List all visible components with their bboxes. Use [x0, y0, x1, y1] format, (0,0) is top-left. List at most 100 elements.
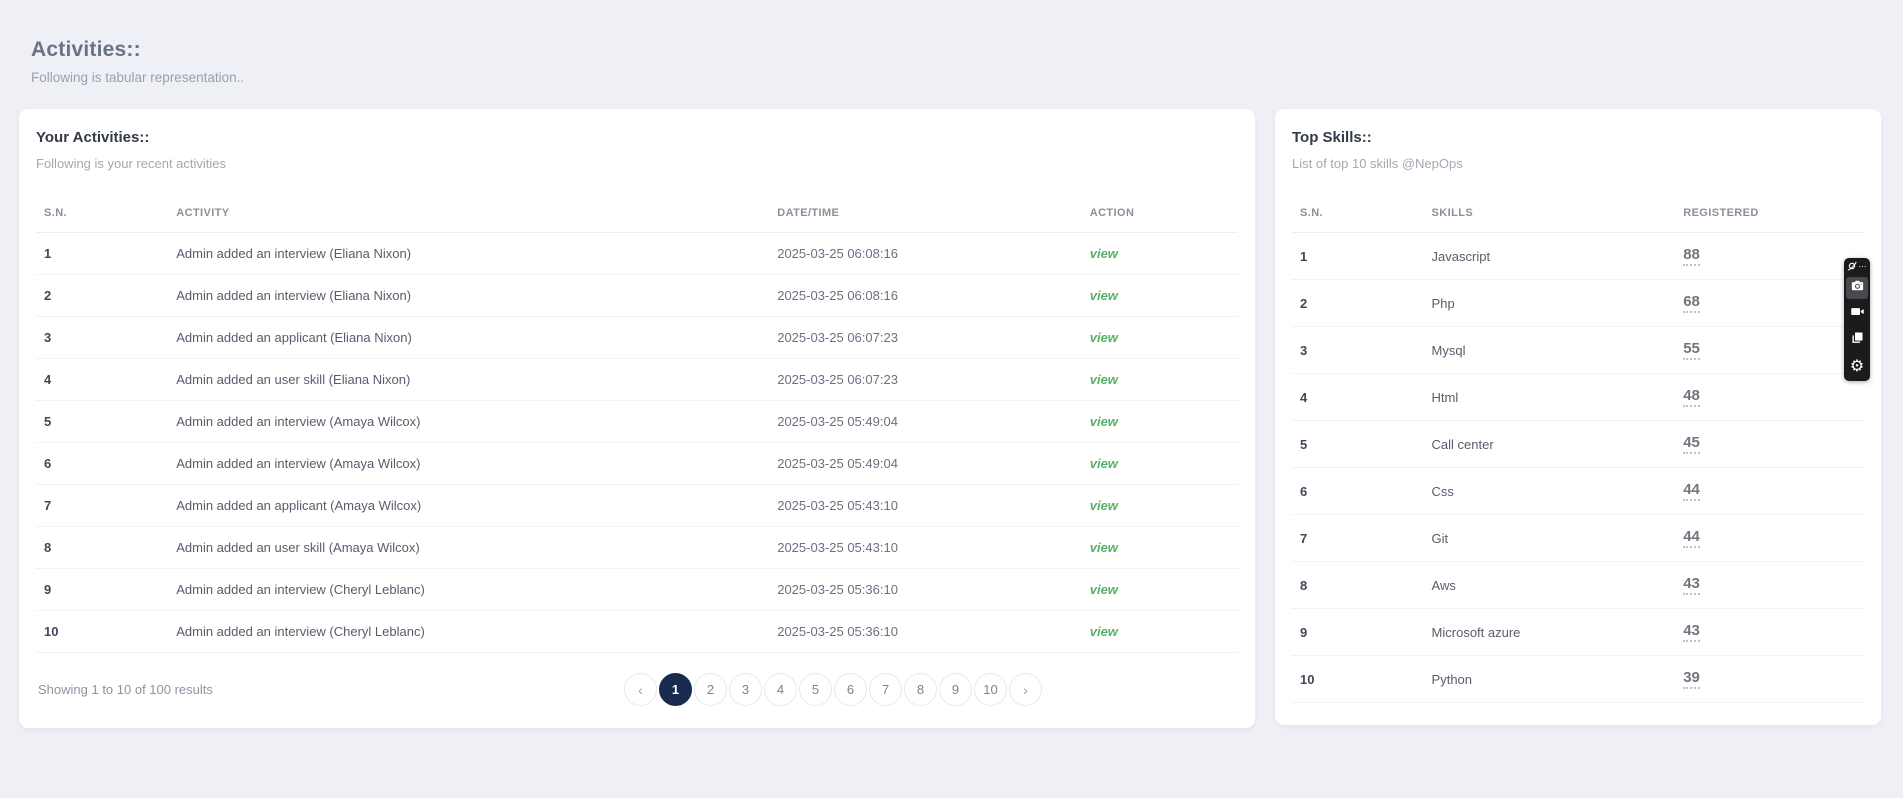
activity-text: Admin added an interview (Cheryl Leblanc…	[168, 568, 770, 611]
view-link[interactable]: view	[1090, 456, 1118, 471]
results-summary: Showing 1 to 10 of 100 results	[38, 682, 213, 697]
capture-toolbar-header[interactable]: ⋯	[1847, 261, 1868, 273]
gear-icon: ⚙	[1849, 356, 1865, 375]
view-link[interactable]: view	[1090, 582, 1118, 597]
skill-name: Git	[1423, 514, 1676, 562]
capture-toolbar: ⋯ ⚙	[1844, 258, 1870, 381]
activities-card: Your Activities:: Following is your rece…	[19, 109, 1255, 728]
pagination-page-7[interactable]: 7	[869, 673, 902, 706]
skill-sn: 4	[1292, 373, 1424, 421]
skill-row: 1 Javascript 88	[1292, 232, 1864, 280]
copy-pages-button[interactable]	[1846, 329, 1868, 351]
registered-count: 45	[1683, 434, 1700, 454]
activity-sn: 1	[36, 232, 169, 275]
screenshot-camera-button[interactable]	[1846, 277, 1868, 299]
settings-button[interactable]: ⚙	[1846, 355, 1868, 377]
activity-row: 3 Admin added an applicant (Eliana Nixon…	[36, 316, 1238, 359]
skill-sn: 10	[1292, 655, 1424, 703]
video-camera-icon	[1850, 304, 1865, 324]
pagination-page-10[interactable]: 10	[974, 673, 1007, 706]
skill-sn: 8	[1292, 561, 1424, 609]
view-link[interactable]: view	[1090, 246, 1118, 261]
skill-sn: 9	[1292, 608, 1424, 656]
skill-name: Python	[1423, 655, 1676, 703]
top-skills-card: Top Skills:: List of top 10 skills @NepO…	[1275, 109, 1881, 725]
registered-count: 55	[1683, 340, 1700, 360]
pagination: ‹ 1 2 3 4 5 6 7 8 9 10 ›	[624, 673, 1238, 706]
activity-row: 8 Admin added an user skill (Amaya Wilco…	[36, 526, 1238, 569]
activity-datetime: 2025-03-25 06:08:16	[769, 232, 1082, 275]
skill-row: 8 Aws 43	[1292, 561, 1864, 609]
copy-pages-icon	[1850, 330, 1865, 350]
skills-table: S.N. SKILLS REGISTERED 1 Javascript 88 2…	[1292, 207, 1864, 703]
skills-card-title: Top Skills::	[1292, 129, 1372, 146]
activity-datetime: 2025-03-25 06:07:23	[769, 316, 1082, 359]
activities-card-title: Your Activities::	[36, 129, 150, 146]
activity-datetime: 2025-03-25 05:36:10	[769, 610, 1082, 653]
activity-row: 2 Admin added an interview (Eliana Nixon…	[36, 274, 1238, 317]
pagination-page-1[interactable]: 1	[659, 673, 692, 706]
pagination-page-3[interactable]: 3	[729, 673, 762, 706]
activity-text: Admin added an interview (Amaya Wilcox)	[168, 400, 770, 443]
activity-sn: 9	[36, 568, 169, 611]
registered-count: 44	[1683, 481, 1700, 501]
activity-sn: 4	[36, 358, 169, 401]
record-video-button[interactable]	[1846, 303, 1868, 325]
page-header: Activities:: Following is tabular repres…	[0, 0, 1903, 85]
skill-row: 10 Python 39	[1292, 655, 1864, 703]
col-header-activity: ACTIVITY	[168, 207, 770, 233]
skill-sn: 5	[1292, 420, 1424, 468]
pagination-page-4[interactable]: 4	[764, 673, 797, 706]
activity-row: 1 Admin added an interview (Eliana Nixon…	[36, 232, 1238, 275]
page-subtitle: Following is tabular representation..	[31, 70, 245, 85]
registered-count: 44	[1683, 528, 1700, 548]
col-header-action: ACTION	[1081, 207, 1238, 233]
view-link[interactable]: view	[1090, 540, 1118, 555]
pagination-page-5[interactable]: 5	[799, 673, 832, 706]
col-header-registered: REGISTERED	[1675, 207, 1864, 233]
activity-text: Admin added an applicant (Eliana Nixon)	[168, 316, 770, 359]
pagination-page-9[interactable]: 9	[939, 673, 972, 706]
view-link[interactable]: view	[1090, 624, 1118, 639]
pagination-page-2[interactable]: 2	[694, 673, 727, 706]
activity-text: Admin added an interview (Eliana Nixon)	[168, 274, 770, 317]
activity-text: Admin added an user skill (Eliana Nixon)	[168, 358, 770, 401]
view-link[interactable]: view	[1090, 330, 1118, 345]
skill-sn: 7	[1292, 514, 1424, 562]
activity-datetime: 2025-03-25 06:08:16	[769, 274, 1082, 317]
skill-sn: 2	[1292, 279, 1424, 327]
activity-sn: 10	[36, 610, 169, 653]
pagination-page-6[interactable]: 6	[834, 673, 867, 706]
activity-sn: 8	[36, 526, 169, 569]
pagination-prev-button[interactable]: ‹	[624, 673, 657, 706]
skills-header-row: S.N. SKILLS REGISTERED	[1292, 207, 1864, 233]
activity-text: Admin added an interview (Eliana Nixon)	[168, 232, 770, 275]
skill-name: Mysql	[1423, 326, 1676, 374]
activity-datetime: 2025-03-25 05:43:10	[769, 484, 1082, 527]
activity-sn: 5	[36, 400, 169, 443]
registered-count: 43	[1683, 575, 1700, 595]
cards-row: Your Activities:: Following is your rece…	[0, 85, 1903, 728]
view-link[interactable]: view	[1090, 288, 1118, 303]
pagination-page-8[interactable]: 8	[904, 673, 937, 706]
skill-name: Call center	[1423, 420, 1676, 468]
activity-row: 9 Admin added an interview (Cheryl Lebla…	[36, 568, 1238, 611]
pagination-next-button[interactable]: ›	[1009, 673, 1042, 706]
activity-sn: 3	[36, 316, 169, 359]
view-link[interactable]: view	[1090, 414, 1118, 429]
activity-sn: 2	[36, 274, 169, 317]
activities-header-row: S.N. ACTIVITY DATE/TIME ACTION	[36, 207, 1238, 233]
skill-name: Aws	[1423, 561, 1676, 609]
skill-name: Javascript	[1423, 232, 1676, 280]
skill-row: 5 Call center 45	[1292, 420, 1864, 468]
page-title: Activities::	[31, 38, 141, 61]
view-link[interactable]: view	[1090, 498, 1118, 513]
activity-datetime: 2025-03-25 05:43:10	[769, 526, 1082, 569]
toolbar-menu-dots-icon[interactable]: ⋯	[1859, 263, 1868, 271]
activity-row: 5 Admin added an interview (Amaya Wilcox…	[36, 400, 1238, 443]
skill-name: Css	[1423, 467, 1676, 515]
skill-row: 4 Html 48	[1292, 373, 1864, 421]
camera-icon	[1850, 278, 1865, 298]
skill-row: 7 Git 44	[1292, 514, 1864, 562]
view-link[interactable]: view	[1090, 372, 1118, 387]
